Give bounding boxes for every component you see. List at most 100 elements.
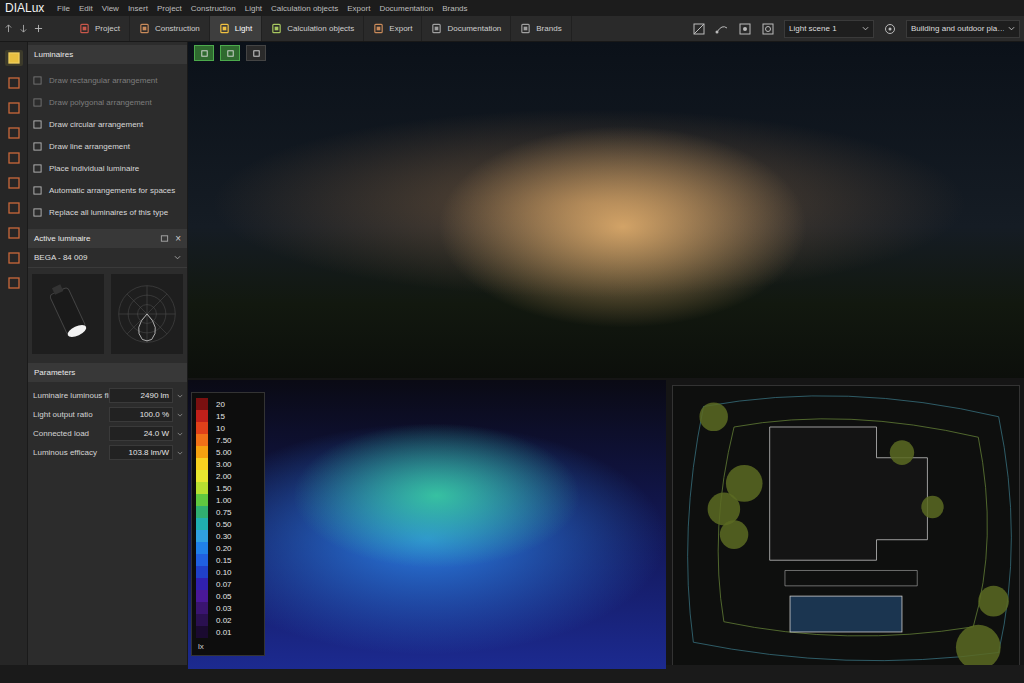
tool-button[interactable]	[5, 175, 23, 191]
luminaire-action[interactable]: Automatic arrangements for spaces	[28, 179, 187, 201]
parameters-header: Parameters	[28, 363, 187, 382]
legend-step: 2.00	[196, 470, 260, 482]
luminaire-action[interactable]: Draw rectangular arrangement	[28, 69, 187, 91]
ribbon-tab[interactable]: Project	[70, 16, 130, 41]
redo-icon[interactable]	[19, 24, 28, 33]
view-tool-button[interactable]	[220, 45, 240, 61]
render-icon[interactable]	[692, 22, 706, 36]
close-button[interactable]: ×	[175, 233, 181, 244]
settings-icon[interactable]	[761, 22, 775, 36]
legend-swatch	[196, 470, 208, 482]
legend-step: 0.75	[196, 506, 260, 518]
ribbon-tab[interactable]: Export	[364, 16, 422, 41]
legend-step: 3.00	[196, 458, 260, 470]
tab-icon	[219, 23, 230, 34]
view-tool-button[interactable]	[246, 45, 266, 61]
ribbon-tab[interactable]: Documentation	[422, 16, 511, 41]
menu-item[interactable]: Light	[245, 4, 262, 13]
tool-button[interactable]	[5, 75, 23, 91]
menu-item[interactable]: View	[102, 4, 119, 13]
legend-swatch	[196, 398, 208, 410]
tool-button[interactable]	[5, 225, 23, 241]
parameter-field[interactable]: 2490 lm	[109, 388, 173, 403]
menu-bar: DIALux File Edit View Insert Project Construc…	[0, 0, 1024, 16]
menu-item[interactable]: Calculation objects	[271, 4, 338, 13]
arrangement-icon	[33, 142, 42, 151]
dock-icon[interactable]	[160, 234, 169, 243]
tool-button[interactable]	[5, 50, 23, 66]
legend-step: 0.20	[196, 542, 260, 554]
menu-item[interactable]: File	[57, 4, 70, 13]
tool-button[interactable]	[5, 275, 23, 291]
legend-swatch	[196, 494, 208, 506]
legend-swatch	[196, 410, 208, 422]
parameter-field[interactable]: 100.0 %	[109, 407, 173, 422]
app-logo: DIALux	[5, 0, 57, 16]
menu-item[interactable]: Documentation	[379, 4, 433, 13]
parameter-field[interactable]: 24.0 W	[109, 426, 173, 441]
legend-swatch	[196, 446, 208, 458]
view-icon[interactable]	[883, 22, 897, 36]
menu-item[interactable]: Insert	[128, 4, 148, 13]
chevron-down-icon[interactable]	[177, 450, 183, 456]
legend-step: 7.50	[196, 434, 260, 446]
luminaire-dropdown[interactable]: BEGA - 84 009	[28, 248, 187, 268]
false-color-view[interactable]: 20 15 10 7.50 5.00 3.00 2.00 1.50 1.00 0…	[188, 380, 666, 669]
analysis-views: 20 15 10 7.50 5.00 3.00 2.00 1.50 1.00 0…	[188, 378, 1024, 669]
menu-item[interactable]: Edit	[79, 4, 93, 13]
chevron-down-icon	[174, 254, 181, 261]
legend-step: 0.30	[196, 530, 260, 542]
luminaires-list: Draw rectangular arrangement Draw polygo…	[28, 64, 187, 223]
view-tool-button[interactable]	[194, 45, 214, 61]
view-dropdown[interactable]: Building and outdoor pla…	[906, 20, 1020, 38]
tool-button[interactable]	[5, 250, 23, 266]
new-icon[interactable]	[34, 24, 43, 33]
arrangement-icon	[33, 120, 42, 129]
ribbon-tab[interactable]: Brands	[511, 16, 571, 41]
dialux-window: DIALux FileEditViewInsertProjectConstruc…	[0, 0, 1024, 683]
luminaire-action[interactable]: Draw polygonal arrangement	[28, 91, 187, 113]
viewport-area: 20 15 10 7.50 5.00 3.00 2.00 1.50 1.00 0…	[188, 42, 1024, 669]
tool-button[interactable]	[5, 125, 23, 141]
ribbon-tab[interactable]: Calculation objects	[262, 16, 364, 41]
spotlight-icon	[40, 282, 96, 346]
legend-step: 5.00	[196, 446, 260, 458]
polar-curve-icon	[114, 281, 180, 347]
route-icon[interactable]	[715, 22, 729, 36]
luminaires-header: Luminaires	[28, 45, 187, 64]
menu-item[interactable]: Export	[347, 4, 370, 13]
menu-item[interactable]: Brands	[442, 4, 467, 13]
plan-view[interactable]	[672, 380, 1024, 669]
tool-button[interactable]	[5, 100, 23, 116]
tool-icon	[8, 252, 20, 264]
tool-button[interactable]	[5, 150, 23, 166]
tool-icon	[8, 77, 20, 89]
undo-icon[interactable]	[4, 24, 13, 33]
parameter-field[interactable]: 103.8 lm/W	[109, 445, 173, 460]
chevron-down-icon	[862, 25, 869, 32]
menu-item[interactable]: Construction	[191, 4, 236, 13]
tab-icon	[271, 23, 282, 34]
chevron-down-icon[interactable]	[177, 412, 183, 418]
menu-item[interactable]: Project	[157, 4, 182, 13]
render-view[interactable]	[188, 42, 1024, 378]
light-scene-dropdown[interactable]: Light scene 1	[784, 20, 874, 38]
ribbon-tab[interactable]: Light	[210, 16, 262, 41]
tool-button[interactable]	[5, 200, 23, 216]
legend-swatch	[196, 518, 208, 530]
luminaire-action[interactable]: Place individual luminaire	[28, 157, 187, 179]
camera-icon[interactable]	[738, 22, 752, 36]
luminaire-action[interactable]: Draw circular arrangement	[28, 113, 187, 135]
tab-icon	[373, 23, 384, 34]
luminaire-action[interactable]: Replace all luminaires of this type	[28, 201, 187, 223]
chevron-down-icon[interactable]	[177, 393, 183, 399]
chevron-down-icon[interactable]	[177, 431, 183, 437]
tool-icon	[8, 277, 20, 289]
arrangement-icon	[33, 76, 42, 85]
ribbon-tabs: Project Construction Light Calculation o…	[0, 16, 1024, 42]
ribbon-tab[interactable]: Construction	[130, 16, 210, 41]
legend-step: 1.50	[196, 482, 260, 494]
legend-swatch	[196, 530, 208, 542]
legend-step: 1.00	[196, 494, 260, 506]
luminaire-action[interactable]: Draw line arrangement	[28, 135, 187, 157]
